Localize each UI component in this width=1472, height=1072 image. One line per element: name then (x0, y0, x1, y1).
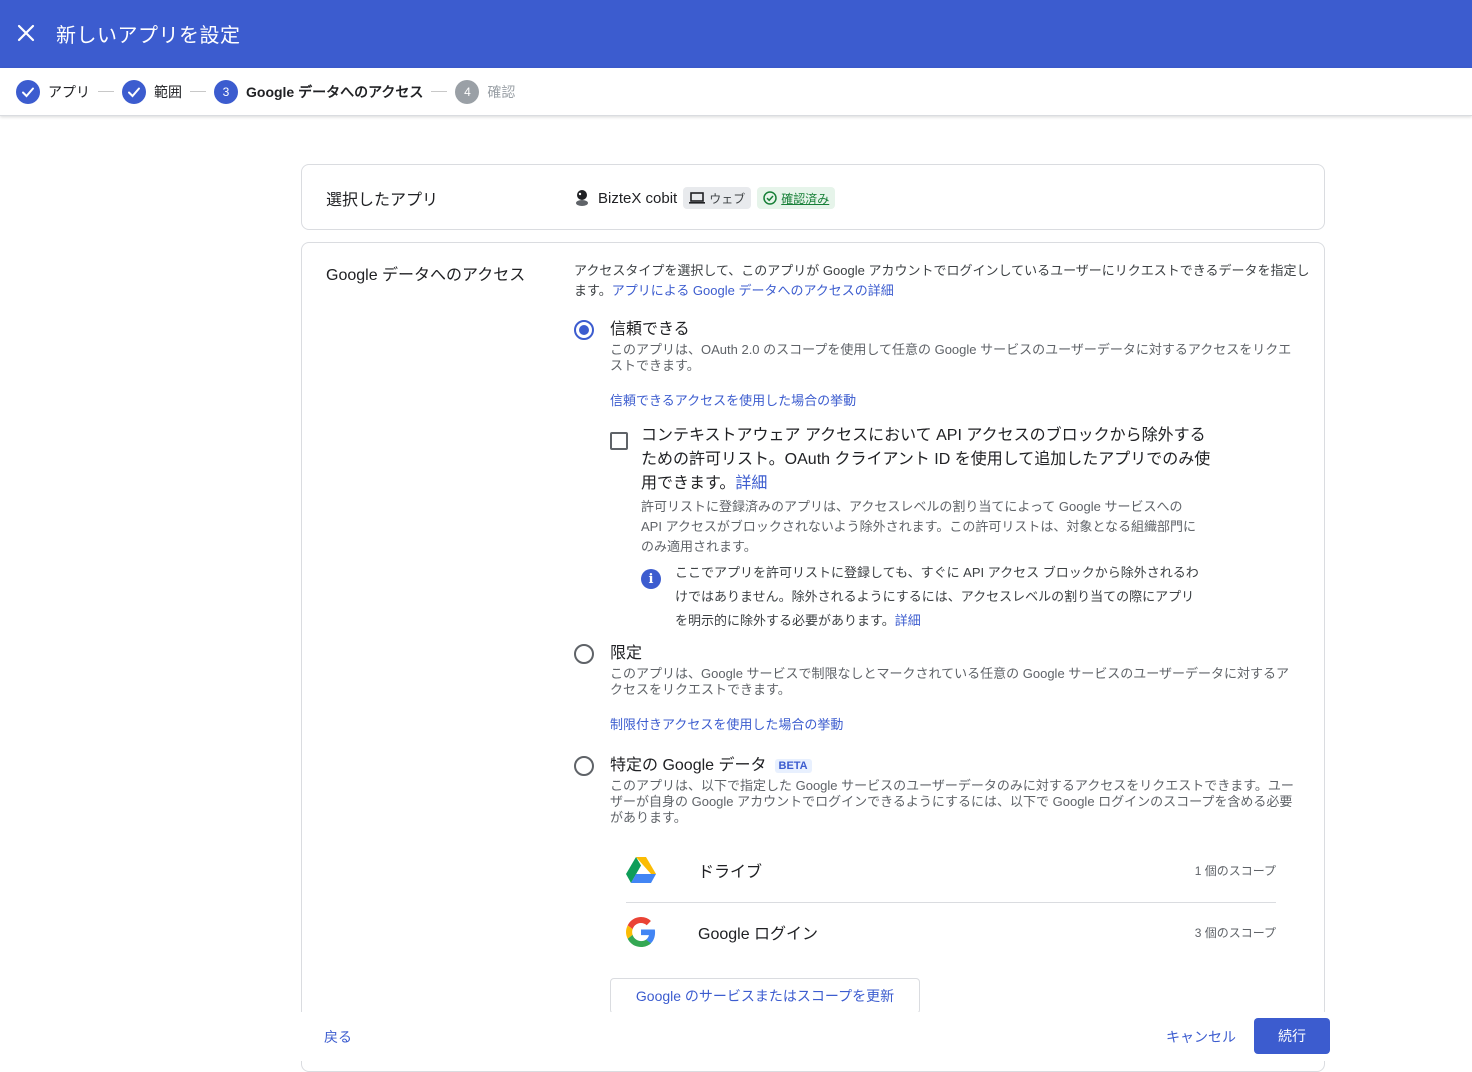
check-circle-icon (763, 191, 777, 205)
trusted-radio[interactable] (574, 320, 594, 340)
allowlist-info-details-link[interactable]: 詳細 (895, 613, 921, 628)
stepper: アプリ 範囲 3 Google データへのアクセス 4 確認 (0, 68, 1472, 116)
app-info: BizteX cobit ウェブ 確認済み (574, 187, 836, 209)
access-section-label: Google データへのアクセス (326, 267, 526, 284)
specific-desc: このアプリは、以下で指定した Google サービスのユーザーデータのみに対する… (610, 778, 1294, 825)
top-app-bar: 新しいアプリを設定 (0, 0, 1472, 68)
specific-title: 特定の Google データ BETA (610, 751, 812, 775)
app-logo-icon (576, 190, 588, 206)
service-scope-count: 1 個のスコープ (1194, 863, 1276, 878)
verified-chip-label: 確認済み (781, 191, 830, 206)
allowlist-details-link[interactable]: 詳細 (735, 475, 767, 492)
web-chip: ウェブ (683, 187, 752, 209)
step-scope[interactable]: 範囲 (122, 79, 182, 104)
limited-radio[interactable] (574, 644, 594, 664)
back-button[interactable]: 戻る (324, 1027, 352, 1047)
step-number: 4 (455, 79, 480, 104)
trusted-desc: このアプリは、OAuth 2.0 のスコープを使用して任意の Google サー… (610, 342, 1292, 373)
service-row-google-login[interactable]: Google ログイン 3 個のスコープ (626, 902, 1276, 962)
service-scope-count: 3 個のスコープ (1194, 925, 1276, 940)
limited-title: 限定 (610, 645, 643, 662)
trusted-behavior-link[interactable]: 信頼できるアクセスを使用した場合の挙動 (610, 390, 856, 409)
service-name: Google ログイン (698, 926, 819, 943)
google-drive-icon (626, 856, 656, 883)
step-label: アプリ (48, 83, 90, 100)
access-intro: アクセスタイプを選択して、このアプリが Google アカウントでログインしてい… (574, 261, 1314, 301)
step-divider (431, 91, 448, 92)
check-icon (16, 79, 40, 104)
update-services-button[interactable]: Google のサービスまたはスコープを更新 (610, 978, 920, 1014)
allowlist-desc: 許可リストに登録済みのアプリは、アクセスレベルの割り当てによって Google … (641, 499, 1196, 554)
allowlist-info: ここでアプリを許可リストに登録しても、すぐに API アクセス ブロックから除外… (675, 561, 1207, 633)
step-app[interactable]: アプリ (16, 79, 90, 104)
check-icon (122, 79, 146, 104)
verified-chip[interactable]: 確認済み (757, 187, 836, 209)
cancel-button[interactable]: キャンセル (1166, 1027, 1236, 1047)
close-button[interactable] (12, 19, 40, 47)
info-icon: i (641, 569, 661, 589)
limited-desc: このアプリは、Google サービスで制限なしとマークされている任意の Goog… (610, 666, 1290, 697)
app-name: BizteX cobit (598, 189, 678, 207)
step-confirm: 4 確認 (455, 79, 516, 104)
step-number: 3 (214, 79, 238, 104)
specific-radio[interactable] (574, 756, 594, 776)
service-name: ドライブ (698, 864, 763, 881)
step-label: Google データへのアクセス (246, 83, 424, 100)
selected-app-label: 選択したアプリ (326, 192, 439, 209)
limited-behavior-link[interactable]: 制限付きアクセスを使用した場合の挙動 (610, 714, 843, 733)
step-google-data-access[interactable]: 3 Google データへのアクセス (214, 79, 424, 104)
beta-badge: BETA (774, 758, 812, 773)
google-data-access-card: Google データへのアクセス アクセスタイプを選択して、このアプリが Goo… (301, 242, 1325, 1072)
bottom-action-bar: 戻る キャンセル 続行 (0, 1012, 1472, 1061)
step-divider (190, 91, 206, 92)
step-label: 範囲 (154, 83, 182, 100)
google-g-icon (626, 917, 656, 947)
allowlist-info-text: ここでアプリを許可リストに登録しても、すぐに API アクセス ブロックから除外… (675, 565, 1199, 628)
trusted-title: 信頼できる (610, 321, 690, 338)
continue-button[interactable]: 続行 (1254, 1018, 1330, 1054)
selected-app-card: 選択したアプリ BizteX cobit ウェブ 確認済み (301, 164, 1325, 230)
web-chip-label: ウェブ (709, 191, 746, 206)
access-details-link[interactable]: アプリによる Google データへのアクセスの詳細 (612, 283, 894, 298)
specific-title-text: 特定の Google データ (610, 757, 767, 774)
service-row-drive[interactable]: ドライブ 1 個のスコープ (626, 840, 1276, 900)
allowlist-title-text: コンテキストアウェア アクセスにおいて API アクセスのブロックから除外するた… (641, 427, 1211, 492)
allowlist-checkbox[interactable] (610, 432, 628, 450)
laptop-icon (689, 192, 706, 204)
close-icon (17, 24, 35, 42)
step-label: 確認 (487, 83, 516, 100)
allowlist-title: コンテキストアウェア アクセスにおいて API アクセスのブロックから除外するた… (641, 424, 1211, 496)
page-title: 新しいアプリを設定 (56, 25, 241, 47)
step-divider (98, 91, 114, 92)
